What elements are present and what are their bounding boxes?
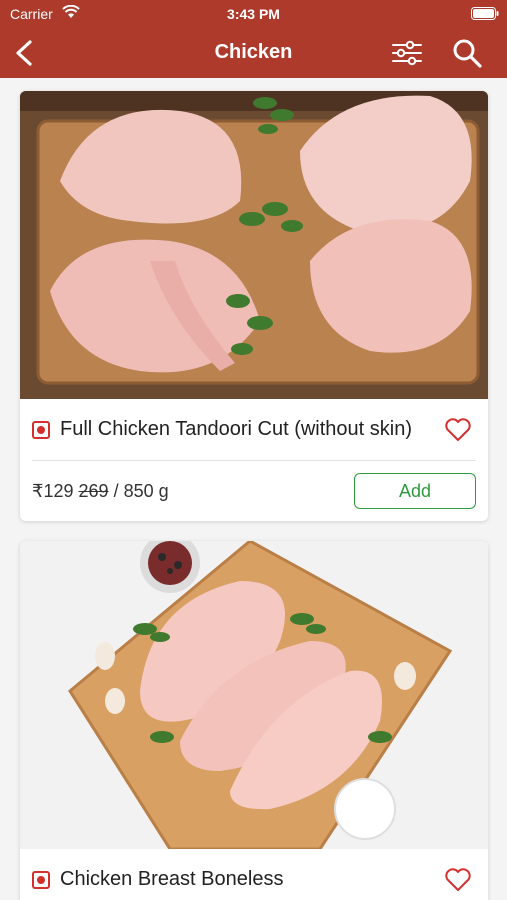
filter-icon[interactable] xyxy=(390,37,424,69)
non-veg-icon xyxy=(32,421,50,439)
clock: 3:43 PM xyxy=(227,6,280,22)
product-name[interactable]: Chicken Breast Boneless xyxy=(60,868,283,891)
product-image xyxy=(20,541,488,849)
heart-icon[interactable] xyxy=(444,417,472,443)
product-image xyxy=(20,91,488,399)
divider xyxy=(32,460,476,461)
price-row: ₹129 269 / 850 g xyxy=(32,481,169,502)
heart-icon[interactable] xyxy=(444,867,472,893)
add-button[interactable]: Add xyxy=(354,473,476,509)
battery-icon xyxy=(471,7,499,20)
product-list: Full Chicken Tandoori Cut (without skin)… xyxy=(0,78,507,900)
status-bar: Carrier 3:43 PM xyxy=(0,0,507,28)
product-card[interactable]: Full Chicken Tandoori Cut (without skin)… xyxy=(20,91,488,521)
page-title: Chicken xyxy=(214,41,293,63)
product-name[interactable]: Full Chicken Tandoori Cut (without skin) xyxy=(60,418,412,441)
product-card[interactable]: Chicken Breast Boneless xyxy=(20,541,488,900)
weight: / 850 g xyxy=(113,481,169,501)
nav-bar: Chicken xyxy=(0,28,507,78)
original-price: 269 xyxy=(78,481,109,501)
non-veg-icon xyxy=(32,871,50,889)
search-icon[interactable] xyxy=(449,36,485,70)
price: ₹129 xyxy=(32,481,74,501)
